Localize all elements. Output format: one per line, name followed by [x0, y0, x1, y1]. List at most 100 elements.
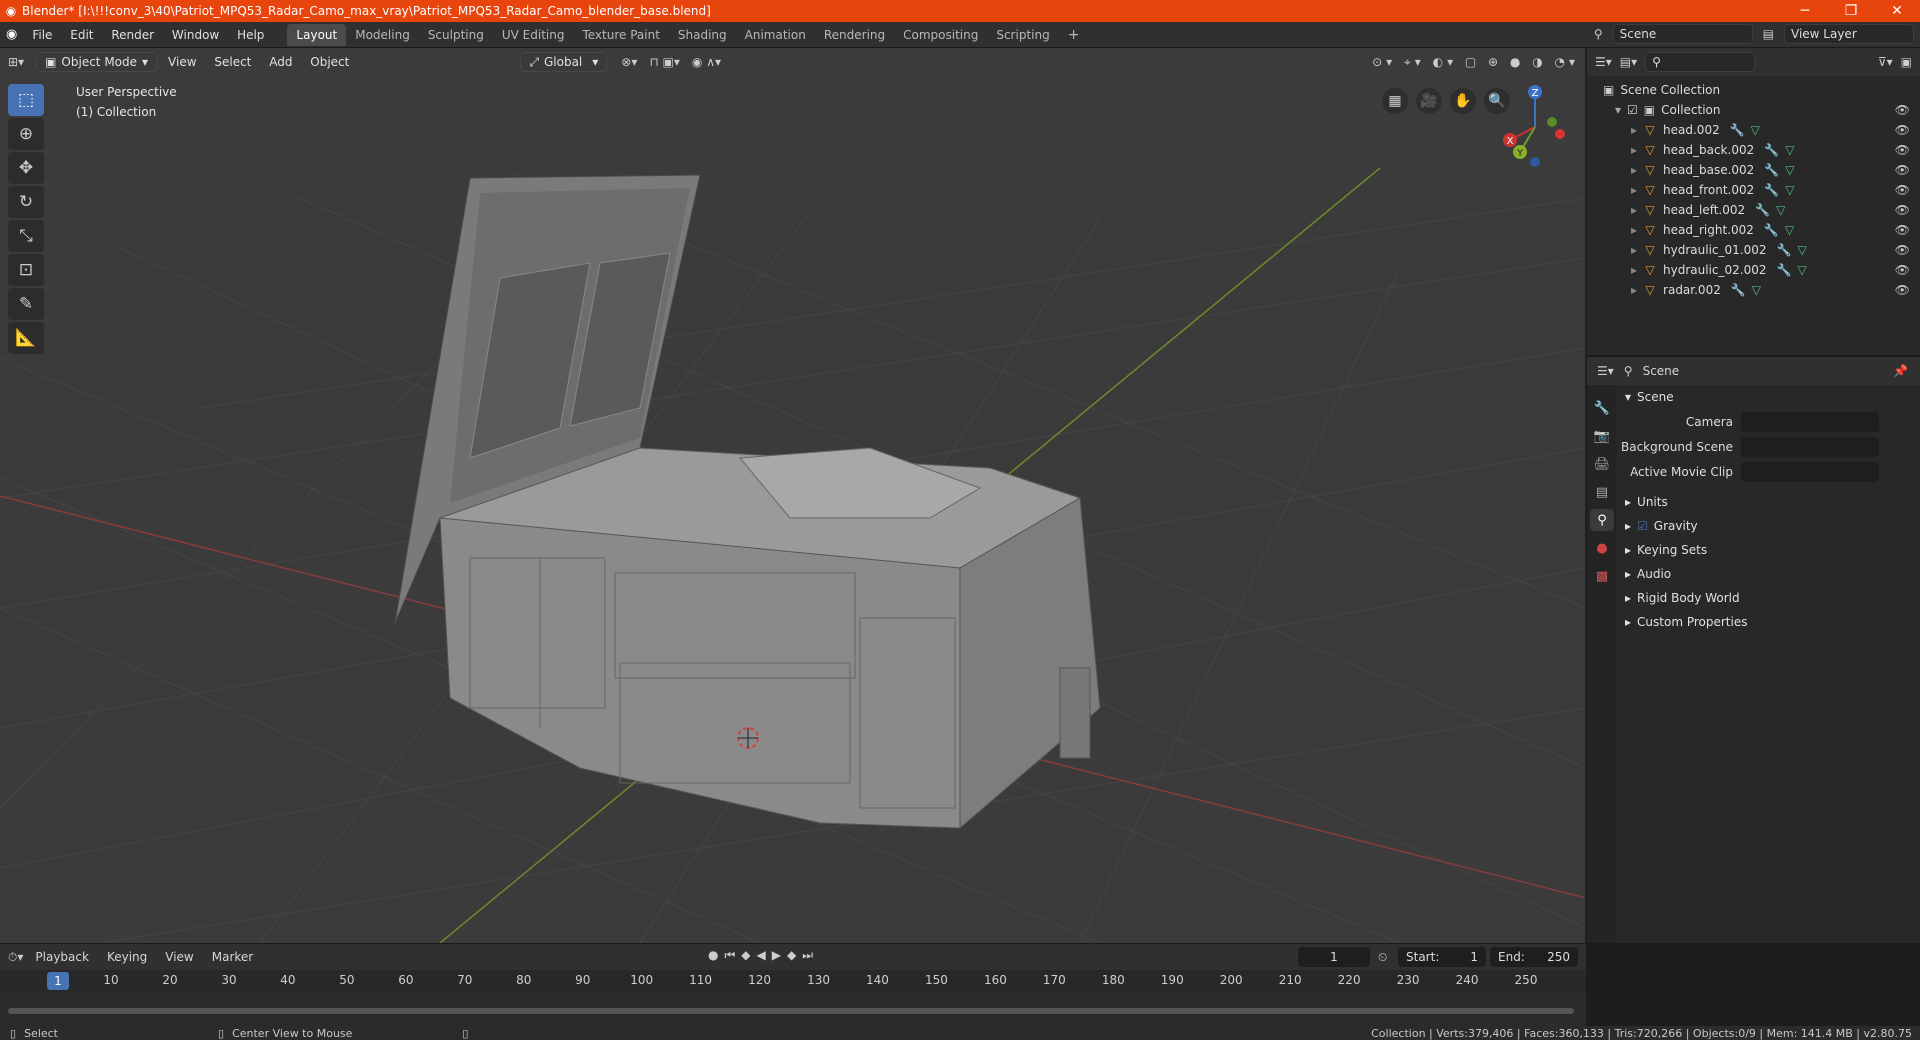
object-mode-dropdown[interactable]: ▣ Object Mode ▾: [36, 52, 158, 72]
start-frame-field[interactable]: Start: 1: [1398, 947, 1486, 967]
scene-field[interactable]: Scene: [1612, 24, 1753, 44]
shading-icons[interactable]: ⊙▾ ⌖▾ ◐▾ ▢ ⊕ ● ◑ ◔▾: [1372, 55, 1579, 70]
annotate-icon[interactable]: ✎: [8, 288, 44, 320]
menu-window[interactable]: Window: [165, 28, 226, 42]
clock-icon[interactable]: ⏲: [1378, 950, 1387, 965]
measure-icon[interactable]: 📐: [8, 322, 44, 354]
tab-texture-paint[interactable]: Texture Paint: [573, 24, 668, 46]
editor-type-icon[interactable]: ⊞▾: [8, 55, 32, 69]
3d-viewport[interactable]: ⊞▾ ▣ Object Mode ▾ View Select Add Object…: [0, 48, 1586, 943]
scene-section-header[interactable]: ▾ Scene: [1619, 385, 1920, 409]
add-workspace-icon[interactable]: +: [1059, 23, 1089, 47]
modifier-icon[interactable]: 🔧: [1777, 243, 1792, 257]
panel-custom-properties[interactable]: ▸ Custom Properties: [1619, 610, 1920, 634]
grid-view-icon[interactable]: ▦: [1382, 88, 1408, 114]
pin-icon[interactable]: 📌: [1893, 364, 1908, 378]
panel-gravity[interactable]: ▸ ☑ Gravity: [1619, 514, 1920, 538]
eye-icon[interactable]: 👁: [1895, 283, 1910, 297]
display-mode-icon[interactable]: ▤▾: [1620, 55, 1637, 69]
properties-editor-icon[interactable]: ☰▾: [1597, 364, 1614, 378]
gravity-checkbox-icon[interactable]: ☑: [1637, 519, 1648, 533]
viewport-menu-select[interactable]: Select: [207, 55, 258, 69]
pivot-icon[interactable]: ⊗▾: [621, 55, 637, 69]
outliner-item[interactable]: ▸ ▽ head_front.002 🔧 ▽ 👁: [1587, 180, 1920, 200]
tab-animation[interactable]: Animation: [736, 24, 815, 46]
expand-arrow-icon[interactable]: ▸: [1631, 223, 1637, 237]
eye-icon[interactable]: 👁: [1895, 183, 1910, 197]
tab-scripting[interactable]: Scripting: [987, 24, 1058, 46]
new-collection-icon[interactable]: ▣: [1901, 55, 1912, 69]
eye-icon[interactable]: 👁: [1895, 123, 1910, 137]
rotate-icon[interactable]: ↻: [8, 186, 44, 218]
modifier-icon[interactable]: 🔧: [1764, 143, 1779, 157]
timeline-menu-keying[interactable]: Keying: [101, 950, 153, 964]
frame-ruler[interactable]: 1102030405060708090100110120130140150160…: [0, 970, 1586, 992]
tab-layout[interactable]: Layout: [287, 23, 347, 46]
eye-icon[interactable]: 👁: [1895, 103, 1910, 117]
menu-help[interactable]: Help: [230, 28, 271, 42]
outliner-editor-icon[interactable]: ☰▾: [1595, 55, 1612, 69]
background-scene-field[interactable]: [1741, 436, 1879, 457]
tab-uv-editing[interactable]: UV Editing: [493, 24, 574, 46]
texture-tab-icon[interactable]: ▩: [1590, 565, 1614, 587]
mesh-data-icon[interactable]: ▽: [1785, 143, 1794, 157]
jump-end-icon[interactable]: ⏭: [802, 948, 813, 963]
eye-icon[interactable]: 👁: [1895, 243, 1910, 257]
eye-icon[interactable]: 👁: [1895, 223, 1910, 237]
mesh-data-icon[interactable]: ▽: [1751, 123, 1760, 137]
close-button[interactable]: ✕: [1874, 3, 1920, 19]
expand-arrow-icon[interactable]: ▸: [1631, 143, 1637, 157]
viewport-menu-view[interactable]: View: [161, 55, 203, 69]
tab-shading[interactable]: Shading: [669, 24, 736, 46]
pan-icon[interactable]: ✋: [1450, 88, 1476, 114]
viewport-menu-add[interactable]: Add: [262, 55, 299, 69]
proportional-edit-icon[interactable]: ◉ ∧▾: [692, 55, 721, 69]
select-box-icon[interactable]: ⬚: [8, 84, 44, 116]
cursor-icon[interactable]: ⊕: [8, 118, 44, 150]
panel-audio[interactable]: ▸ Audio: [1619, 562, 1920, 586]
scene-collection-row[interactable]: ▣ Scene Collection: [1587, 80, 1920, 100]
output-tab-icon[interactable]: 🖨: [1590, 453, 1614, 475]
viewport-menu-object[interactable]: Object: [303, 55, 356, 69]
panel-rigid-body-world[interactable]: ▸ Rigid Body World: [1619, 586, 1920, 610]
eye-icon[interactable]: 👁: [1895, 263, 1910, 277]
play-icon[interactable]: ▶: [772, 948, 781, 963]
expand-arrow-icon[interactable]: ▸: [1631, 163, 1637, 177]
modifier-icon[interactable]: 🔧: [1777, 263, 1792, 277]
camera-view-icon[interactable]: 🎥: [1416, 88, 1442, 114]
timeline-menu-view[interactable]: View: [159, 950, 199, 964]
modifier-icon[interactable]: 🔧: [1731, 283, 1746, 297]
outliner-item[interactable]: ▸ ▽ hydraulic_01.002 🔧 ▽ 👁: [1587, 240, 1920, 260]
blender-menu-icon[interactable]: ◉: [6, 27, 25, 42]
modifier-icon[interactable]: 🔧: [1764, 183, 1779, 197]
timeline-menu-marker[interactable]: Marker: [206, 950, 259, 964]
timeline-editor-icon[interactable]: ⏱▾: [8, 950, 23, 965]
outliner-item[interactable]: ▸ ▽ head_back.002 🔧 ▽ 👁: [1587, 140, 1920, 160]
outliner-item[interactable]: ▸ ▽ head_base.002 🔧 ▽ 👁: [1587, 160, 1920, 180]
eye-icon[interactable]: 👁: [1895, 163, 1910, 177]
panel-keying-sets[interactable]: ▸ Keying Sets: [1619, 538, 1920, 562]
end-frame-field[interactable]: End: 250: [1490, 947, 1578, 967]
eye-icon[interactable]: 👁: [1895, 203, 1910, 217]
mesh-data-icon[interactable]: ▽: [1797, 243, 1806, 257]
view-layer-tab-icon[interactable]: ▤: [1590, 481, 1614, 503]
view-layer-field[interactable]: View Layer: [1784, 24, 1914, 44]
viewport-scene[interactable]: [0, 48, 1586, 943]
menu-render[interactable]: Render: [104, 28, 161, 42]
modifier-icon[interactable]: 🔧: [1764, 163, 1779, 177]
expand-arrow-icon[interactable]: ▸: [1631, 203, 1637, 217]
scene-tab-icon[interactable]: ⚲: [1590, 509, 1614, 531]
expand-arrow-icon[interactable]: ▸: [1631, 183, 1637, 197]
filter-icon[interactable]: ⊽▾: [1878, 55, 1893, 69]
mesh-data-icon[interactable]: ▽: [1797, 263, 1806, 277]
tab-modeling[interactable]: Modeling: [346, 24, 419, 46]
zoom-icon[interactable]: 🔍: [1484, 88, 1510, 114]
scale-icon[interactable]: ⤡: [8, 220, 44, 252]
tab-compositing[interactable]: Compositing: [894, 24, 987, 46]
modifier-icon[interactable]: 🔧: [1755, 203, 1770, 217]
expand-arrow-icon[interactable]: ▾: [1615, 103, 1621, 117]
record-icon[interactable]: ●: [708, 948, 718, 963]
tab-sculpting[interactable]: Sculpting: [419, 24, 493, 46]
world-tab-icon[interactable]: ●: [1590, 537, 1614, 559]
playhead[interactable]: 1: [47, 972, 69, 990]
